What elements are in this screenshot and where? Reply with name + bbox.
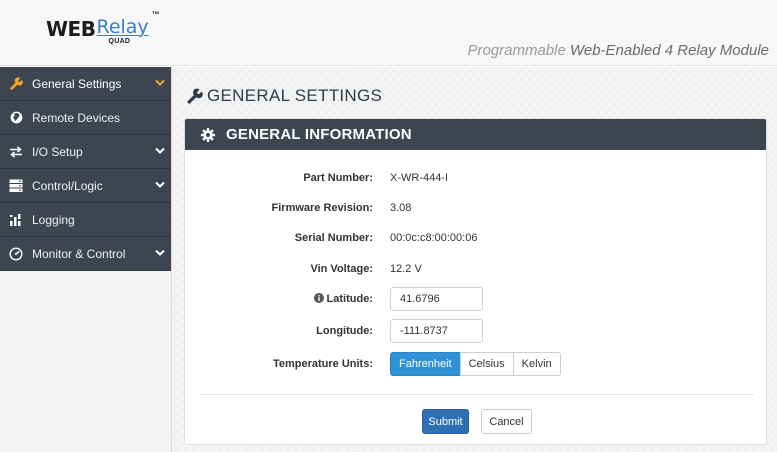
vin-voltage-value: 12.2 V	[390, 263, 422, 275]
part-number-row: Part Number: X-WR-444-I	[185, 165, 766, 193]
sidebar-item-label: Logging	[32, 212, 75, 227]
chevron-down-icon	[155, 181, 165, 188]
temperature-units-label: Temperature Units:	[272, 358, 373, 370]
sidebar-item-io-setup[interactable]: I/O Setup	[0, 135, 171, 169]
longitude-label: Longitude:	[316, 325, 373, 337]
longitude-row: Longitude:	[185, 319, 766, 347]
sidebar-item-label: Monitor & Control	[32, 246, 126, 261]
sidebar-item-label: I/O Setup	[32, 144, 83, 159]
sidebar-item-label: Remote Devices	[32, 110, 121, 125]
vin-voltage-row: Vin Voltage: 12.2 V	[185, 256, 766, 284]
panel-header: GENERAL INFORMATION	[185, 119, 766, 150]
kelvin-option[interactable]: Kelvin	[512, 352, 561, 376]
fahrenheit-option[interactable]: Fahrenheit	[390, 352, 461, 376]
wrench-icon	[9, 76, 23, 91]
celsius-option[interactable]: Celsius	[459, 352, 514, 376]
vin-voltage-label: Vin Voltage:	[310, 263, 373, 275]
product-tagline: Programmable Web-Enabled 4 Relay Module	[467, 42, 769, 59]
latitude-label: Latitude:	[326, 293, 373, 305]
submit-button[interactable]: Submit	[422, 409, 469, 434]
logo-relay-text: Relay	[96, 16, 149, 38]
firmware-label: Firmware Revision:	[271, 202, 373, 214]
page-title: GENERAL SETTINGS	[186, 86, 382, 106]
info-icon[interactable]	[313, 293, 324, 303]
cancel-button[interactable]: Cancel	[481, 409, 532, 434]
header: WEB Relay ™ QUAD Programmable Web-Enable…	[0, 0, 777, 66]
longitude-input[interactable]	[390, 319, 483, 343]
gear-icon	[201, 127, 215, 142]
chevron-down-icon	[155, 249, 165, 256]
latitude-input[interactable]	[390, 287, 483, 311]
serial-number-row: Serial Number: 00:0c:c8:00:00:06	[185, 225, 766, 253]
main-content: GENERAL SETTINGS GENERAL INFORMATION Par…	[172, 67, 777, 452]
form-divider	[199, 394, 754, 395]
tagline-product: Web-Enabled 4 Relay Module	[569, 42, 769, 59]
globe-icon	[9, 111, 23, 125]
sidebar-item-remote-devices[interactable]: Remote Devices	[0, 101, 171, 135]
sidebar-item-monitor-control[interactable]: Monitor & Control	[0, 237, 171, 271]
logo-trademark: ™	[151, 10, 160, 19]
temperature-units-row: Temperature Units: Fahrenheit Celsius Ke…	[185, 352, 766, 380]
page-title-text: GENERAL SETTINGS	[207, 86, 383, 105]
logo-web-text: WEB	[46, 17, 96, 41]
serial-number-label: Serial Number:	[294, 232, 373, 244]
panel-title: GENERAL INFORMATION	[226, 126, 412, 143]
dashboard-icon	[9, 246, 23, 261]
part-number-value: X-WR-444-I	[390, 172, 449, 184]
logo-relay-wrap: Relay ™ QUAD	[96, 10, 159, 45]
chevron-down-icon	[155, 79, 165, 86]
sidebar-item-control-logic[interactable]: Control/Logic	[0, 169, 171, 203]
wrench-icon	[187, 87, 203, 104]
firmware-value: 3.08	[390, 202, 412, 214]
latitude-label-wrap: Latitude:	[313, 293, 373, 305]
sidebar-item-logging[interactable]: Logging	[0, 203, 171, 237]
temperature-units-toggle: Fahrenheit Celsius Kelvin	[390, 352, 561, 376]
sidebar-item-label: General Settings	[32, 76, 122, 91]
serial-number-value: 00:0c:c8:00:00:06	[390, 232, 478, 244]
server-icon	[9, 179, 23, 193]
sidebar-item-general-settings[interactable]: General Settings	[0, 67, 171, 101]
sidebar-nav: General Settings Remote Devices I/O Setu…	[0, 67, 172, 452]
bar-chart-icon	[9, 213, 23, 227]
part-number-label: Part Number:	[303, 172, 373, 184]
sidebar-item-label: Control/Logic	[32, 178, 103, 193]
latitude-row: Latitude:	[185, 287, 766, 315]
exchange-icon	[9, 145, 23, 159]
logo-quad-text: QUAD	[108, 38, 131, 45]
chevron-down-icon	[155, 147, 165, 154]
firmware-row: Firmware Revision: 3.08	[185, 195, 766, 223]
general-information-panel: GENERAL INFORMATION Part Number: X-WR-44…	[184, 118, 767, 445]
webrelay-quad-logo: WEB Relay ™ QUAD	[46, 10, 160, 45]
tagline-prefix: Programmable	[467, 42, 570, 59]
